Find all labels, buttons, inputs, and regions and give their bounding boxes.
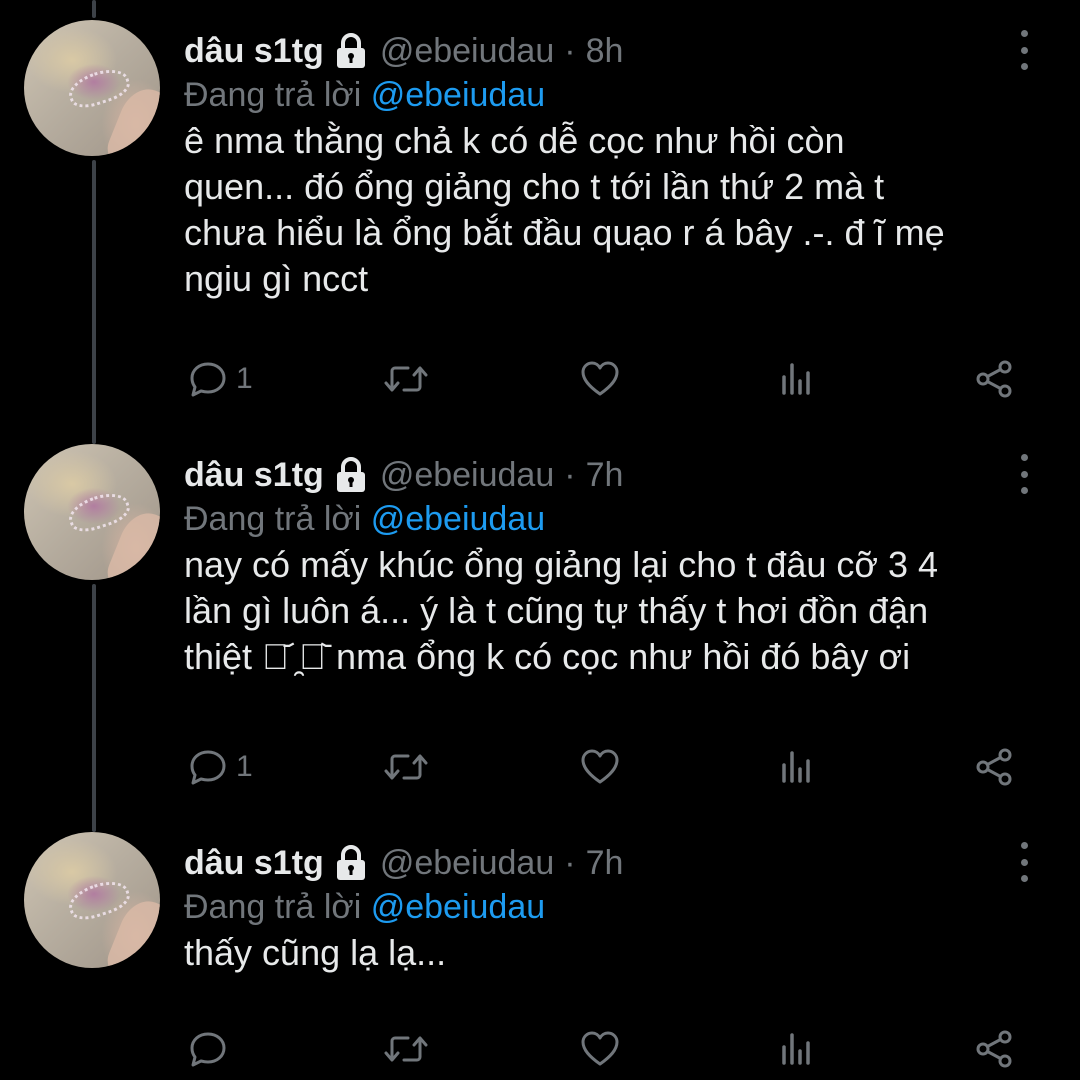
share-icon	[976, 360, 1012, 398]
reply-button[interactable]: 1	[188, 742, 253, 792]
retweet-icon	[384, 754, 428, 780]
author-name[interactable]: dâu s1tg	[184, 844, 324, 883]
analytics-icon	[782, 363, 810, 395]
like-button[interactable]	[580, 742, 620, 792]
tweet-actions: 1	[0, 354, 1080, 404]
replying-prefix: Đang trả lời	[184, 888, 362, 926]
author-name[interactable]: dâu s1tg	[184, 456, 324, 495]
timestamp[interactable]: 7h	[586, 844, 624, 883]
author-handle[interactable]: @ebeiudau	[380, 32, 554, 71]
retweet-button[interactable]	[384, 354, 428, 404]
reply-button[interactable]	[188, 1024, 236, 1074]
like-button[interactable]	[580, 354, 620, 404]
tweet-text: nay có mấy khúc ổng giảng lại cho t đâu …	[184, 544, 939, 677]
tweet-text: thấy cũng lạ lạ...	[184, 932, 447, 973]
heart-icon	[581, 1031, 619, 1066]
tweet-2[interactable]: dâu s1tg @ebeiudau · 7h Đang trả lời @eb…	[0, 424, 1080, 814]
replying-mention[interactable]: @ebeiudau	[371, 500, 545, 538]
analytics-icon	[782, 1033, 810, 1065]
replying-to: Đang trả lời @ebeiudau	[184, 888, 545, 927]
tweet-actions: 1	[0, 742, 1080, 792]
retweet-button[interactable]	[384, 742, 428, 792]
author-handle[interactable]: @ebeiudau	[380, 844, 554, 883]
lock-icon	[334, 32, 368, 70]
replying-mention[interactable]: @ebeiudau	[371, 888, 545, 926]
avatar[interactable]	[24, 832, 160, 968]
tweet-3[interactable]: dâu s1tg @ebeiudau · 7h Đang trả lời @eb…	[0, 812, 1080, 1080]
views-button[interactable]	[778, 354, 818, 404]
replying-prefix: Đang trả lời	[184, 76, 362, 114]
lock-icon	[334, 844, 368, 882]
share-button[interactable]	[974, 742, 1014, 792]
separator-dot: ·	[564, 843, 576, 882]
more-vertical-icon[interactable]	[1012, 30, 1036, 70]
author-handle[interactable]: @ebeiudau	[380, 456, 554, 495]
timestamp[interactable]: 7h	[586, 456, 624, 495]
reply-button[interactable]: 1	[188, 354, 253, 404]
replying-prefix: Đang trả lời	[184, 500, 362, 538]
tweet-header: dâu s1tg @ebeiudau · 8h	[184, 26, 623, 76]
author-name[interactable]: dâu s1tg	[184, 32, 324, 71]
heart-icon	[581, 361, 619, 396]
avatar[interactable]	[24, 20, 160, 156]
more-vertical-icon[interactable]	[1012, 842, 1036, 882]
separator-dot: ·	[564, 455, 576, 494]
views-button[interactable]	[778, 1024, 818, 1074]
retweet-icon	[384, 1036, 428, 1062]
timestamp[interactable]: 8h	[586, 32, 624, 71]
tweet-1[interactable]: dâu s1tg @ebeiudau · 8h Đang trả lời @eb…	[0, 0, 1080, 420]
replying-to: Đang trả lời @ebeiudau	[184, 500, 545, 539]
share-icon	[976, 1030, 1012, 1068]
reply-count: 1	[236, 750, 253, 783]
more-vertical-icon[interactable]	[1012, 454, 1036, 494]
views-button[interactable]	[778, 742, 818, 792]
retweet-button[interactable]	[384, 1024, 428, 1074]
analytics-icon	[782, 751, 810, 783]
tweet-text: ê nma thằng chả k có dễ cọc như hồi còn …	[184, 120, 945, 299]
reply-count: 1	[236, 362, 253, 395]
replying-to: Đang trả lời @ebeiudau	[184, 76, 545, 115]
reply-bubble-icon	[190, 362, 226, 397]
reply-bubble-icon	[190, 750, 226, 785]
replying-mention[interactable]: @ebeiudau	[371, 76, 545, 114]
tweet-header: dâu s1tg @ebeiudau · 7h	[184, 838, 623, 888]
like-button[interactable]	[580, 1024, 620, 1074]
tweet-header: dâu s1tg @ebeiudau · 7h	[184, 450, 623, 500]
separator-dot: ·	[564, 31, 576, 70]
retweet-icon	[384, 366, 428, 392]
avatar[interactable]	[24, 444, 160, 580]
lock-icon	[334, 456, 368, 494]
reply-bubble-icon	[190, 1032, 226, 1067]
tweet-actions	[0, 1024, 1080, 1074]
share-button[interactable]	[974, 354, 1014, 404]
share-icon	[976, 748, 1012, 786]
heart-icon	[581, 749, 619, 784]
share-button[interactable]	[974, 1024, 1014, 1074]
